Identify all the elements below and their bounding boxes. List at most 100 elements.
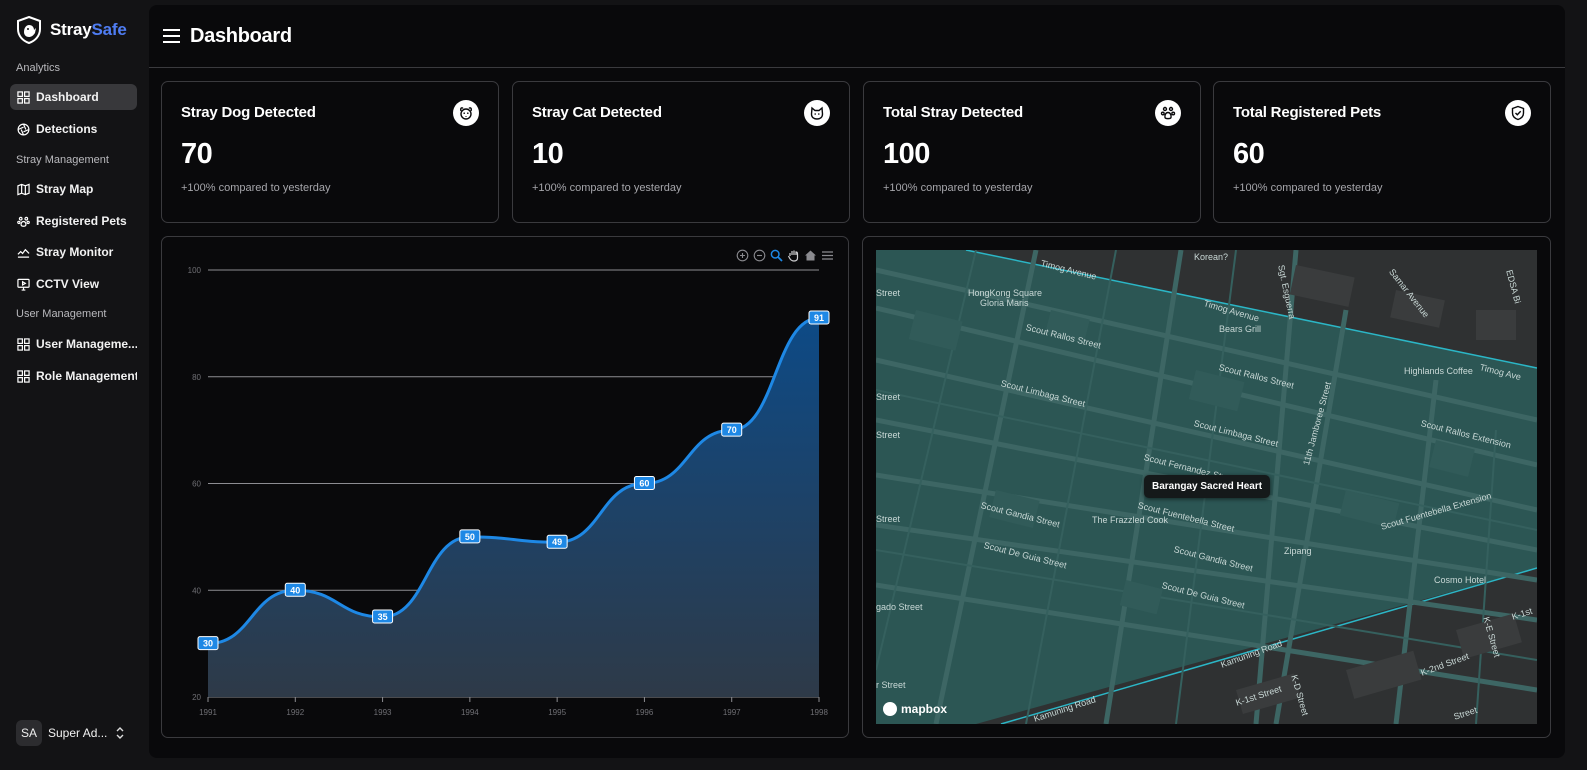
topbar: Dashboard <box>149 5 1565 68</box>
sidebar-item-stray-monitor[interactable]: Stray Monitor <box>10 239 137 265</box>
cat-icon <box>804 100 830 126</box>
y-tick-label: 20 <box>192 693 201 702</box>
y-tick-label: 100 <box>188 266 202 275</box>
y-tick-label: 80 <box>192 373 201 382</box>
card-value: 60 <box>1233 138 1265 170</box>
card-value: 10 <box>532 138 564 170</box>
map-label: Cosmo Hotel <box>1434 575 1487 585</box>
grid-icon <box>17 337 30 351</box>
map-icon <box>17 183 30 195</box>
x-tick-label: 1992 <box>286 708 304 717</box>
data-label-text: 50 <box>465 532 475 542</box>
card-subtext: +100% compared to yesterday <box>883 182 1033 194</box>
card-title: Stray Dog Detected <box>181 104 316 121</box>
stat-card-total-stray: Total Stray Detected 100 +100% compared … <box>863 81 1201 223</box>
stat-card-registered-pets: Total Registered Pets 60 +100% compared … <box>1213 81 1551 223</box>
map-tooltip: Barangay Sacred Heart <box>1144 475 1271 498</box>
data-label-text: 30 <box>203 639 213 649</box>
area-chart: 100 80 60 40 20 30 40 35 50 49 60 70 91 1991 1992 199… <box>188 266 830 717</box>
y-tick-label: 60 <box>192 480 201 489</box>
data-label-text: 49 <box>552 537 562 547</box>
x-tick-label: 1991 <box>199 708 217 717</box>
sidebar: StraySafe Analytics Dashboard Detections… <box>0 0 148 770</box>
brand[interactable]: StraySafe <box>16 16 127 44</box>
nav-section-analytics: Analytics <box>16 62 61 74</box>
data-label-text: 35 <box>378 612 388 622</box>
map-label: Korean? <box>1194 252 1229 262</box>
map-label: Street <box>876 430 901 440</box>
data-label: 30 <box>197 636 219 651</box>
map-label: Street <box>876 288 901 298</box>
avatar: SA <box>16 720 42 746</box>
x-tick-label: 1994 <box>461 708 479 717</box>
map-label: Street <box>876 514 901 524</box>
data-label: 91 <box>808 310 830 325</box>
map-label: HongKong Square <box>968 288 1043 298</box>
sidebar-item-detections[interactable]: Detections <box>10 116 137 142</box>
data-label: 70 <box>721 422 743 437</box>
shield-dog-logo-icon <box>17 16 41 44</box>
sidebar-item-stray-map[interactable]: Stray Map <box>10 176 137 202</box>
y-tick-label: 40 <box>192 586 201 595</box>
x-tick-label: 1997 <box>723 708 741 717</box>
user-menu[interactable]: SA Super Ad... <box>16 720 136 746</box>
aperture-icon <box>17 123 30 135</box>
card-subtext: +100% compared to yesterday <box>1233 182 1383 194</box>
dog-icon <box>453 100 479 126</box>
chevron-up-down-icon <box>116 727 124 739</box>
monitor-icon <box>17 248 30 258</box>
card-title: Total Stray Detected <box>883 104 1023 121</box>
data-label-text: 40 <box>290 585 300 595</box>
map-label: Gloria Maris <box>980 298 1029 308</box>
sidebar-item-role-management[interactable]: Role Management <box>10 363 137 389</box>
paw-icon <box>1155 100 1181 126</box>
map-label: r Street <box>876 680 906 690</box>
area-fill <box>208 318 819 697</box>
sidebar-item-cctv-view[interactable]: CCTV View <box>10 271 137 297</box>
chart-card: 100 80 60 40 20 30 40 35 50 49 60 70 91 1991 1992 199… <box>161 236 849 738</box>
map-label: gado Street <box>876 602 923 612</box>
data-label: 40 <box>284 582 306 597</box>
map-label: Highlands Coffee <box>1404 366 1473 376</box>
card-value: 100 <box>883 138 930 170</box>
card-value: 70 <box>181 138 213 170</box>
x-tick-label: 1998 <box>810 708 828 717</box>
card-subtext: +100% compared to yesterday <box>181 182 331 194</box>
nav-section-user-management: User Management <box>16 308 107 320</box>
data-label: 60 <box>633 476 655 490</box>
x-tick-label: 1995 <box>548 708 566 717</box>
map-label: Bears Grill <box>1219 324 1262 334</box>
data-label-text: 70 <box>727 425 737 435</box>
map-label: Zipang <box>1284 546 1312 556</box>
data-label: 49 <box>546 534 568 549</box>
data-label: 35 <box>372 609 394 624</box>
map-card: Timog Avenue Korean? Sgt. Esguerra Samar… <box>862 236 1551 738</box>
screen-icon <box>17 278 30 291</box>
stat-card-stray-dog: Stray Dog Detected 70 +100% compared to … <box>161 81 499 223</box>
grid-icon <box>17 369 30 383</box>
brand-name: StraySafe <box>50 20 127 39</box>
page-title: Dashboard <box>190 25 292 47</box>
x-tick-label: 1993 <box>374 708 392 717</box>
card-title: Stray Cat Detected <box>532 104 662 121</box>
user-name: Super Ad... <box>48 726 108 740</box>
mapbox-logo-icon <box>883 702 897 716</box>
stray-map[interactable]: Timog Avenue Korean? Sgt. Esguerra Samar… <box>876 250 1537 724</box>
sidebar-item-dashboard[interactable]: Dashboard <box>10 84 137 110</box>
menu-icon[interactable] <box>162 27 181 45</box>
grid-icon <box>17 90 30 104</box>
sidebar-item-user-management[interactable]: User Manageme... <box>10 331 137 357</box>
shield-check-icon <box>1505 100 1531 126</box>
card-title: Total Registered Pets <box>1233 104 1382 121</box>
sidebar-item-registered-pets[interactable]: Registered Pets <box>10 208 137 234</box>
map-label: The Frazzled Cook <box>1092 515 1169 525</box>
mapbox-logo[interactable]: mapbox <box>883 702 947 716</box>
map-label: Street <box>876 392 901 402</box>
stat-card-stray-cat: Stray Cat Detected 10 +100% compared to … <box>512 81 850 223</box>
data-label-text: 91 <box>814 313 824 323</box>
data-label-text: 60 <box>639 479 649 489</box>
nav-section-stray-management: Stray Management <box>16 154 109 166</box>
x-tick-label: 1996 <box>636 708 654 717</box>
main-content: Dashboard Stray Dog Detected 70 +100% co… <box>149 5 1565 758</box>
card-subtext: +100% compared to yesterday <box>532 182 682 194</box>
